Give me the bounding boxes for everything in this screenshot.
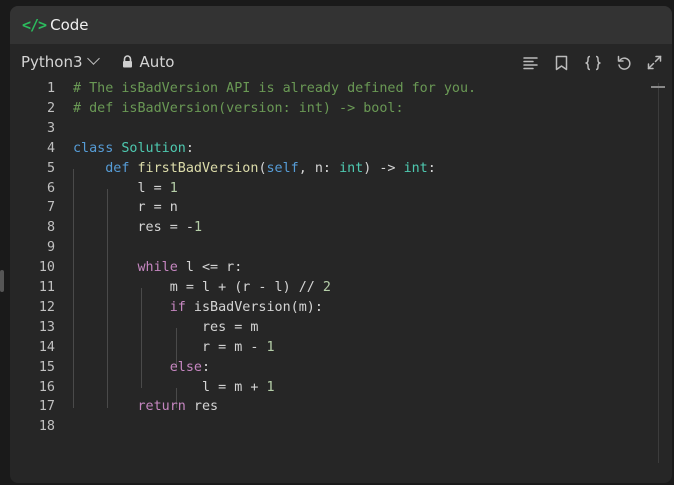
expand-button[interactable]: [645, 53, 664, 72]
bookmark-icon: [555, 55, 568, 70]
line-text: m = l + (r - l) // 2: [73, 280, 331, 295]
chevron-down-icon: [86, 52, 100, 65]
resize-handle[interactable]: [0, 270, 4, 292]
code-line[interactable]: 2 # def isBadVersion(version: int) -> boo…: [10, 99, 610, 119]
code-panel: </> Code Python3 Auto 1 # The isBadVersi…: [10, 6, 672, 483]
line-number: 4: [46, 140, 55, 156]
code-line[interactable]: 12 if isBadVersion(m):: [10, 298, 610, 318]
code-brackets-icon: </>: [22, 16, 47, 34]
lock-icon: [122, 55, 132, 68]
line-text: while l <= r:: [137, 260, 243, 276]
code-line[interactable]: 14 r = m - 1: [10, 338, 610, 358]
line-number: 1: [46, 81, 55, 96]
braces-button[interactable]: [583, 53, 602, 72]
line-text: # def isBadVersion(version: int) -> bool…: [73, 100, 404, 116]
language-select[interactable]: Python3: [21, 52, 100, 71]
line-text: # The isBadVersion API is already define…: [73, 81, 477, 96]
line-number: 12: [38, 299, 55, 315]
code-line[interactable]: 3: [10, 119, 610, 139]
line-number: 11: [38, 280, 55, 295]
format-button[interactable]: [521, 53, 540, 72]
panel-title: Code: [50, 16, 89, 34]
line-number: 16: [38, 379, 55, 395]
line-text: def firstBadVersion(self, n: int) -> int…: [105, 160, 436, 176]
braces-icon: [584, 55, 601, 70]
line-text: return res: [137, 399, 219, 415]
line-number: 10: [38, 260, 55, 276]
language-label: Python3: [21, 52, 83, 71]
line-number: 9: [46, 240, 55, 256]
code-line[interactable]: 8 res = -1: [10, 218, 610, 238]
code-editor[interactable]: 1 # The isBadVersion API is already defin…: [10, 79, 672, 483]
code-line[interactable]: 4 class Solution:: [10, 139, 610, 159]
line-number: 3: [46, 120, 55, 136]
line-number: 5: [46, 160, 55, 176]
line-number: 13: [38, 319, 55, 335]
code-line[interactable]: 9: [10, 238, 610, 258]
line-text: if isBadVersion(m):: [169, 299, 323, 315]
auto-mode-toggle[interactable]: Auto: [122, 52, 175, 71]
code-line[interactable]: 17 return res: [10, 397, 610, 417]
code-line[interactable]: 1 # The isBadVersion API is already defin…: [10, 79, 610, 99]
format-icon: [522, 56, 538, 69]
editor-toolbar: Python3 Auto: [10, 44, 672, 79]
line-text: r = n: [73, 200, 178, 216]
line-number: 17: [38, 399, 55, 415]
reset-icon: [617, 55, 631, 70]
line-text: l = 1: [73, 180, 178, 196]
line-number: 14: [38, 339, 55, 355]
line-text: class Solution:: [73, 140, 194, 156]
line-text: r = m - 1: [73, 339, 275, 355]
code-line[interactable]: 13 res = m: [10, 318, 610, 338]
line-number: 6: [46, 180, 55, 196]
reset-button[interactable]: [614, 53, 633, 72]
line-number: 15: [38, 359, 55, 375]
bookmark-button[interactable]: [552, 53, 571, 72]
line-number: 2: [46, 100, 55, 116]
expand-icon: [647, 55, 662, 70]
code-line[interactable]: 10 while l <= r:: [10, 258, 610, 278]
editor-tools: [521, 53, 664, 72]
line-number: 18: [38, 419, 55, 435]
code-line[interactable]: 7 r = n: [10, 198, 610, 218]
line-number: 7: [46, 200, 55, 216]
code-line[interactable]: 15 else:: [10, 358, 610, 378]
code-line[interactable]: 11 m = l + (r - l) // 2: [10, 278, 610, 298]
code-line[interactable]: 18: [10, 417, 610, 437]
code-line[interactable]: 16 l = m + 1: [10, 378, 610, 398]
line-number: 8: [46, 220, 55, 236]
scrollbar-thumb[interactable]: [651, 86, 665, 88]
line-text: else:: [169, 359, 211, 375]
panel-header: </> Code: [10, 6, 672, 44]
line-text: res = -1: [73, 220, 202, 236]
code-line[interactable]: 6 l = 1: [10, 179, 610, 199]
line-text: l = m + 1: [73, 379, 275, 395]
line-text: res = m: [73, 319, 259, 335]
code-line[interactable]: 5 def firstBadVersion(self, n: int) -> i…: [10, 159, 610, 179]
auto-mode-label: Auto: [139, 52, 175, 71]
scrollbar-track[interactable]: [658, 83, 659, 463]
